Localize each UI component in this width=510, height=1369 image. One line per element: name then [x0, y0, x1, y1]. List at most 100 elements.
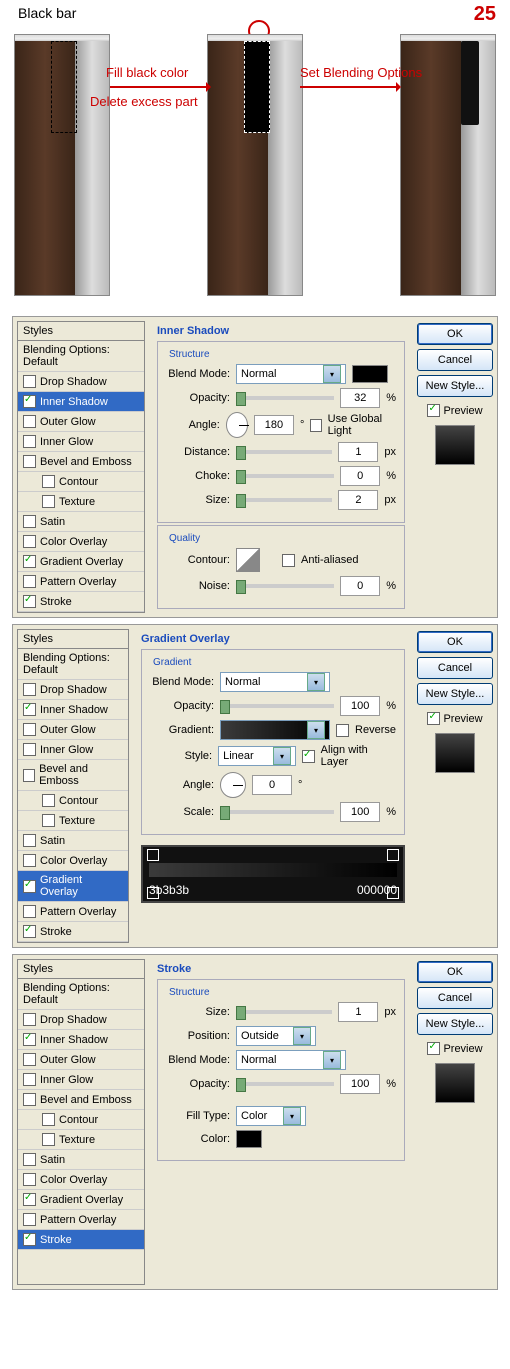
angle-dial[interactable] [220, 772, 246, 798]
noise-label: Noise: [166, 580, 230, 592]
style-color-overlay[interactable]: Color Overlay [18, 1170, 144, 1190]
angle-input[interactable] [252, 775, 292, 795]
preview-before [14, 34, 110, 296]
noise-input[interactable] [340, 576, 380, 596]
ok-button[interactable]: OK [417, 323, 493, 345]
style-gradient-overlay[interactable]: Gradient Overlay [18, 552, 144, 572]
noise-slider[interactable] [236, 584, 334, 588]
choke-slider[interactable] [236, 474, 334, 478]
opacity-stop-right[interactable] [387, 849, 399, 861]
style-inner-glow[interactable]: Inner Glow [18, 1070, 144, 1090]
align-checkbox[interactable] [302, 750, 315, 763]
style-contour[interactable]: Contour [18, 472, 144, 492]
style-gradient-overlay[interactable]: Gradient Overlay [18, 1190, 144, 1210]
style-outer-glow[interactable]: Outer Glow [18, 1050, 144, 1070]
style-gradient-overlay[interactable]: Gradient Overlay [18, 871, 128, 902]
cancel-button[interactable]: Cancel [417, 657, 493, 679]
style-pattern-overlay[interactable]: Pattern Overlay [18, 1210, 144, 1230]
scale-input[interactable] [340, 802, 380, 822]
blending-options-default[interactable]: Blending Options: Default [18, 649, 128, 680]
size-input[interactable] [338, 490, 378, 510]
style-contour[interactable]: Contour [18, 791, 128, 811]
distance-slider[interactable] [236, 450, 332, 454]
cancel-button[interactable]: Cancel [417, 349, 493, 371]
stroke-color-swatch[interactable] [236, 1130, 262, 1148]
style-color-overlay[interactable]: Color Overlay [18, 532, 144, 552]
style-texture[interactable]: Texture [18, 492, 144, 512]
style-texture[interactable]: Texture [18, 811, 128, 831]
style-inner-glow[interactable]: Inner Glow [18, 432, 144, 452]
position-select[interactable]: Outside▾ [236, 1026, 316, 1046]
style-pattern-overlay[interactable]: Pattern Overlay [18, 572, 144, 592]
scale-slider[interactable] [220, 810, 334, 814]
style-inner-shadow[interactable]: Inner Shadow [18, 1030, 144, 1050]
fill-type-select[interactable]: Color▾ [236, 1106, 306, 1126]
style-inner-glow[interactable]: Inner Glow [18, 740, 128, 760]
ok-button[interactable]: OK [417, 631, 493, 653]
chevron-down-icon: ▾ [323, 1051, 341, 1069]
style-inner-shadow[interactable]: Inner Shadow [18, 700, 128, 720]
style-bevel-emboss[interactable]: Bevel and Emboss [18, 452, 144, 472]
blending-options-default[interactable]: Blending Options: Default [18, 341, 144, 372]
new-style-button[interactable]: New Style... [417, 1013, 493, 1035]
opacity-input[interactable] [340, 1074, 380, 1094]
style-stroke[interactable]: Stroke [18, 922, 128, 942]
style-satin[interactable]: Satin [18, 1150, 144, 1170]
blending-options-default[interactable]: Blending Options: Default [18, 979, 144, 1010]
preview-checkbox[interactable] [427, 712, 440, 725]
blend-mode-select[interactable]: Normal▾ [220, 672, 330, 692]
opacity-input[interactable] [340, 388, 380, 408]
style-bevel-emboss[interactable]: Bevel and Emboss [18, 1090, 144, 1110]
gradient-picker[interactable]: ▾ [220, 720, 330, 740]
opacity-slider[interactable] [236, 1082, 334, 1086]
size-slider[interactable] [236, 1010, 332, 1014]
style-contour[interactable]: Contour [18, 1110, 144, 1130]
new-style-button[interactable]: New Style... [417, 375, 493, 397]
opacity-slider[interactable] [236, 396, 334, 400]
size-input[interactable] [338, 1002, 378, 1022]
angle-dial[interactable] [226, 412, 248, 438]
gradient-bar[interactable] [149, 863, 397, 877]
size-slider[interactable] [236, 498, 332, 502]
color-stop-handle-right[interactable] [387, 887, 399, 899]
style-color-overlay[interactable]: Color Overlay [18, 851, 128, 871]
blend-mode-select[interactable]: Normal▾ [236, 364, 346, 384]
ok-button[interactable]: OK [417, 961, 493, 983]
style-outer-glow[interactable]: Outer Glow [18, 720, 128, 740]
shadow-color-swatch[interactable] [352, 365, 388, 383]
distance-input[interactable] [338, 442, 378, 462]
new-style-button[interactable]: New Style... [417, 683, 493, 705]
style-inner-shadow[interactable]: Inner Shadow [18, 392, 144, 412]
opacity-stop-left[interactable] [147, 849, 159, 861]
style-texture[interactable]: Texture [18, 1130, 144, 1150]
opacity-slider[interactable] [220, 704, 334, 708]
style-drop-shadow[interactable]: Drop Shadow [18, 680, 128, 700]
anti-aliased-checkbox[interactable] [282, 554, 295, 567]
opacity-input[interactable] [340, 696, 380, 716]
angle-input[interactable] [254, 415, 294, 435]
angle-label: Angle: [166, 419, 220, 431]
blend-mode-select[interactable]: Normal▾ [236, 1050, 346, 1070]
color-stop-handle-left[interactable] [147, 887, 159, 899]
style-stroke[interactable]: Stroke [18, 1230, 144, 1250]
style-drop-shadow[interactable]: Drop Shadow [18, 1010, 144, 1030]
preview-checkbox[interactable] [427, 1042, 440, 1055]
dialog-buttons: OK Cancel New Style... Preview [417, 959, 493, 1285]
settings-area: Gradient Overlay Gradient Blend Mode:Nor… [135, 629, 411, 943]
reverse-checkbox[interactable] [336, 724, 349, 737]
style-select[interactable]: Linear▾ [218, 746, 296, 766]
annotation-fill: Fill black color [106, 65, 188, 80]
styles-list: Styles Blending Options: Default Drop Sh… [17, 959, 145, 1285]
preview-checkbox[interactable] [427, 404, 440, 417]
style-pattern-overlay[interactable]: Pattern Overlay [18, 902, 128, 922]
choke-input[interactable] [340, 466, 380, 486]
style-bevel-emboss[interactable]: Bevel and Emboss [18, 760, 128, 791]
style-drop-shadow[interactable]: Drop Shadow [18, 372, 144, 392]
cancel-button[interactable]: Cancel [417, 987, 493, 1009]
style-stroke[interactable]: Stroke [18, 592, 144, 612]
use-global-light-checkbox[interactable] [310, 419, 321, 432]
style-satin[interactable]: Satin [18, 512, 144, 532]
contour-picker[interactable] [236, 548, 260, 572]
style-satin[interactable]: Satin [18, 831, 128, 851]
style-outer-glow[interactable]: Outer Glow [18, 412, 144, 432]
